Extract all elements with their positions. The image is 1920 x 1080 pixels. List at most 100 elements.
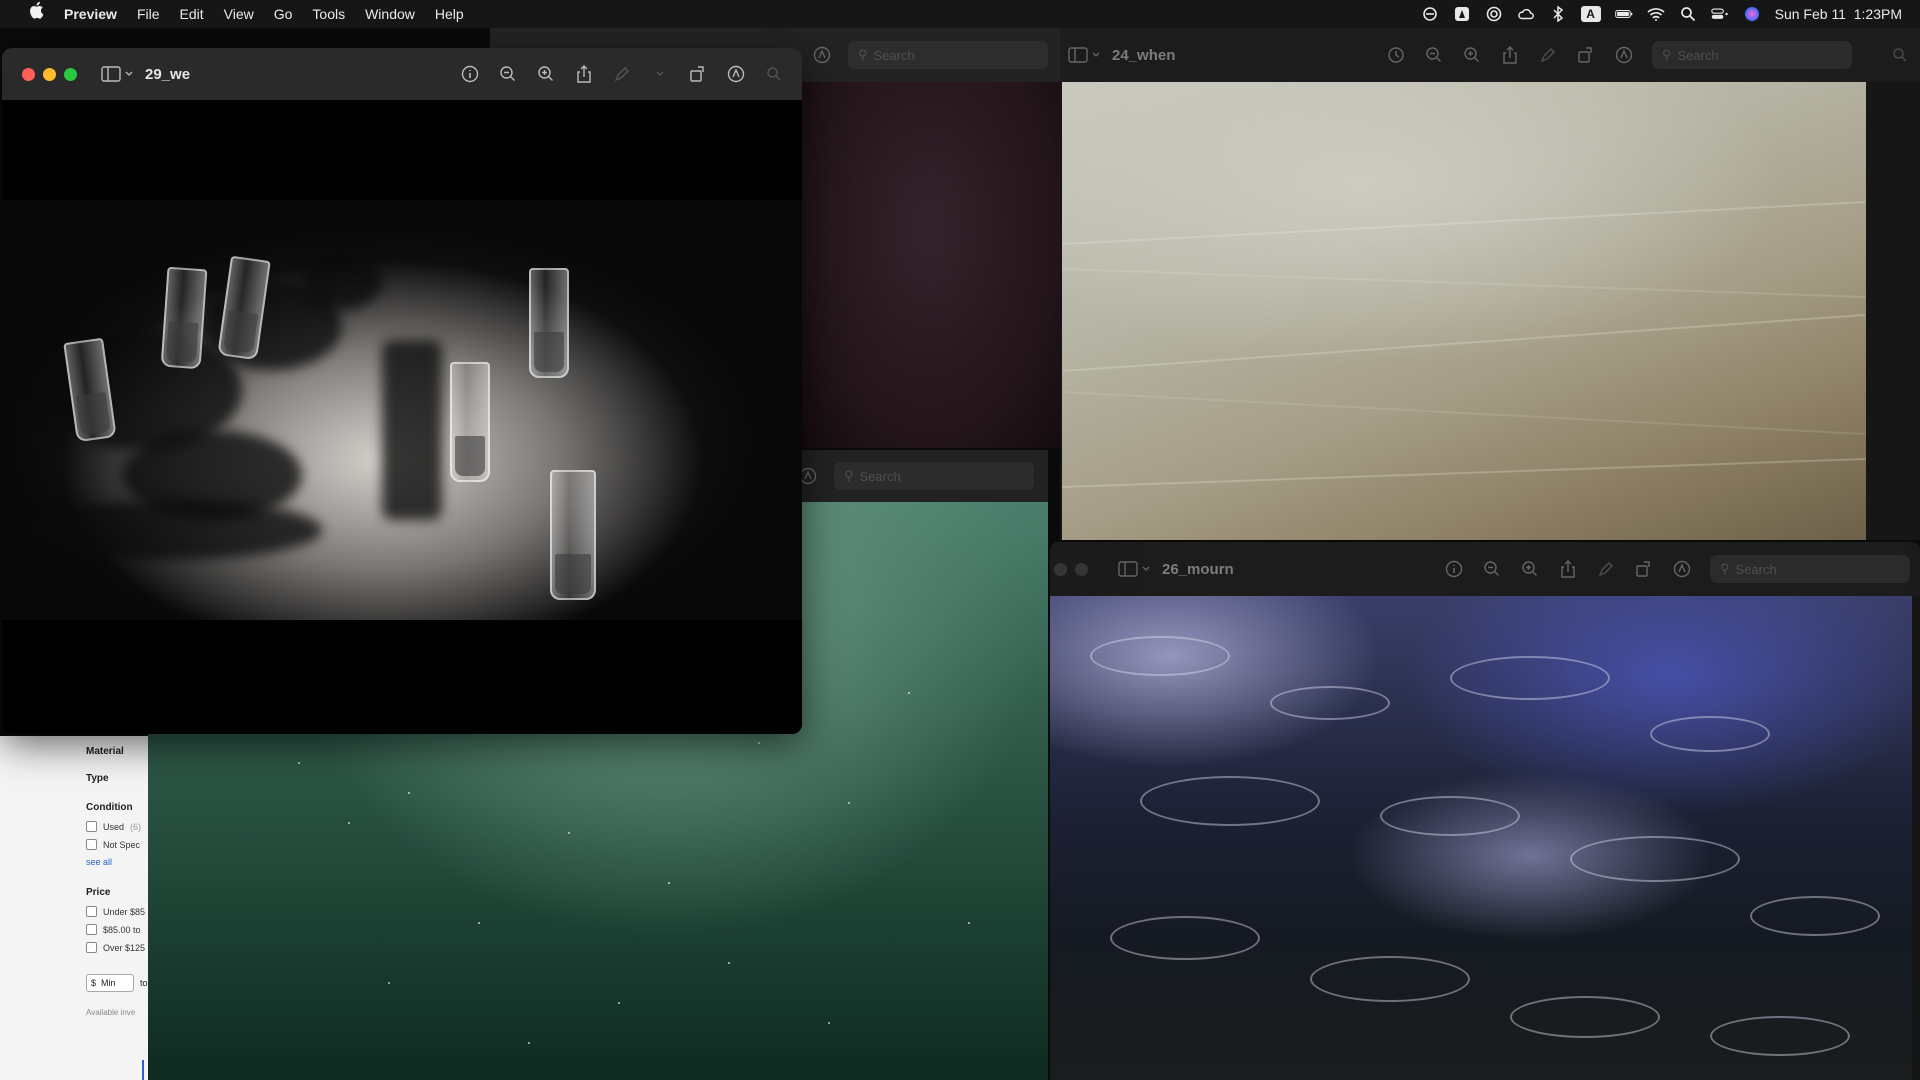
traffic-lights xyxy=(22,67,77,81)
chevron-down-icon xyxy=(1092,52,1100,57)
search-icon: ⚲ xyxy=(1720,561,1730,576)
filter-price-heading: Price xyxy=(86,887,111,898)
sidebar-icon xyxy=(1118,561,1138,577)
search-input[interactable]: ⚲ Search xyxy=(1710,555,1910,583)
share-icon[interactable] xyxy=(574,64,594,84)
minimize-button[interactable] xyxy=(1075,562,1088,576)
price-range-checkbox[interactable]: $85.00 to xyxy=(86,924,148,935)
zoom-in-icon[interactable] xyxy=(536,64,556,84)
zoom-out-icon[interactable] xyxy=(1424,45,1444,65)
menu-edit[interactable]: Edit xyxy=(170,0,214,28)
menu-view[interactable]: View xyxy=(214,0,264,28)
share-icon[interactable] xyxy=(1500,45,1520,65)
back-top-search-input[interactable]: ⚲ Search xyxy=(848,41,1048,69)
rotate-icon[interactable] xyxy=(1634,559,1654,579)
back-middle-search-input[interactable]: ⚲ Search xyxy=(834,462,1034,490)
zoom-out-icon[interactable] xyxy=(498,64,518,84)
image-glasses-on-table xyxy=(2,100,802,734)
window-titlebar: 29_we xyxy=(2,48,802,100)
highlight-icon[interactable] xyxy=(612,64,632,84)
sidebar-toggle-button[interactable] xyxy=(1068,47,1100,63)
share-icon[interactable] xyxy=(1558,559,1578,579)
search-icon[interactable] xyxy=(764,64,784,84)
highlight-menu-chevron-icon[interactable] xyxy=(650,64,670,84)
apple-menu[interactable] xyxy=(18,0,54,28)
info-icon[interactable] xyxy=(460,64,480,84)
zoom-in-icon[interactable] xyxy=(1462,45,1482,65)
image-rippled-water xyxy=(1050,596,1912,1080)
highlight-icon[interactable] xyxy=(1596,559,1616,579)
filter-condition-heading: Condition xyxy=(86,802,133,813)
menu-bar: Preview File Edit View Go Tools Window H… xyxy=(0,0,1920,28)
minimize-button[interactable] xyxy=(43,67,56,81)
menu-tools[interactable]: Tools xyxy=(302,0,355,28)
traffic-lights xyxy=(1054,562,1088,576)
price-min-input[interactable]: $ Min xyxy=(86,974,134,992)
sidebar-toggle-button[interactable] xyxy=(1118,561,1150,577)
close-button[interactable] xyxy=(1054,562,1067,576)
window-title: 24_when xyxy=(1112,46,1176,64)
bluetooth-icon[interactable] xyxy=(1549,6,1567,22)
sync-icon[interactable] xyxy=(1485,6,1503,22)
cloud-icon[interactable] xyxy=(1517,6,1535,22)
preview-window-24-when: 24_when ⚲ Search xyxy=(1060,28,1920,540)
preview-window-26-mourn: 26_mourn ⚲ Search xyxy=(1050,542,1920,1080)
window-title: 29_we xyxy=(145,65,191,83)
battery-icon[interactable] xyxy=(1614,6,1633,22)
image-sand-water xyxy=(1062,82,1866,540)
search-placeholder: Search xyxy=(873,47,915,63)
price-over-checkbox[interactable]: Over $125 xyxy=(86,942,148,953)
input-source-icon[interactable]: A xyxy=(1580,6,1601,22)
rotate-icon[interactable] xyxy=(1576,45,1596,65)
zoom-in-icon[interactable] xyxy=(1520,559,1540,579)
rotate-back-icon[interactable] xyxy=(1386,45,1406,65)
preview-window-29-we: 29_we xyxy=(2,48,802,734)
text-cursor xyxy=(142,1060,144,1080)
menu-help[interactable]: Help xyxy=(425,0,474,28)
menu-window[interactable]: Window xyxy=(355,0,425,28)
apple-icon xyxy=(30,1,44,19)
see-all-link[interactable]: see all xyxy=(86,857,148,867)
window-titlebar: 26_mourn ⚲ Search xyxy=(1050,542,1920,596)
sidebar-icon xyxy=(101,66,121,82)
info-icon[interactable] xyxy=(1444,559,1464,579)
window-titlebar: 24_when ⚲ Search xyxy=(1060,28,1920,82)
search-placeholder: Search xyxy=(859,468,901,484)
acrobat-icon[interactable] xyxy=(1453,6,1471,22)
search-icon: ⚲ xyxy=(1662,47,1672,62)
price-under-checkbox[interactable]: Under $85 xyxy=(86,906,148,917)
markup-icon[interactable] xyxy=(812,45,832,65)
search-input[interactable]: ⚲ Search xyxy=(1652,41,1852,69)
filter-material-heading[interactable]: Material xyxy=(86,746,148,757)
window-title: 26_mourn xyxy=(1162,560,1234,578)
markup-icon[interactable] xyxy=(1672,559,1692,579)
search-icon: ⚲ xyxy=(844,468,854,483)
markup-icon[interactable] xyxy=(1614,45,1634,65)
highlight-icon[interactable] xyxy=(1538,45,1558,65)
condition-used-checkbox[interactable]: Used (6) xyxy=(86,821,148,832)
markup-icon[interactable] xyxy=(726,64,746,84)
shop-filter-sidebar: Material Type Condition Used (6) Not Spe… xyxy=(0,736,148,1080)
creative-cloud-icon[interactable] xyxy=(1421,6,1439,22)
menu-file[interactable]: File xyxy=(127,0,170,28)
sidebar-icon xyxy=(1068,47,1088,63)
menu-go[interactable]: Go xyxy=(264,0,303,28)
menu-app-name[interactable]: Preview xyxy=(54,0,127,28)
spotlight-icon[interactable] xyxy=(1679,6,1697,22)
chevron-down-icon xyxy=(1142,566,1150,571)
rotate-icon[interactable] xyxy=(688,64,708,84)
siri-icon[interactable] xyxy=(1743,6,1761,22)
menu-clock[interactable]: Sun Feb 11 1:23PM xyxy=(1775,6,1902,22)
wifi-icon[interactable] xyxy=(1647,6,1665,22)
sidebar-toggle-button[interactable] xyxy=(101,66,133,82)
condition-not-specified-checkbox[interactable]: Not Spec xyxy=(86,839,148,850)
filter-type-heading[interactable]: Type xyxy=(86,773,148,784)
image-purple-texture xyxy=(800,82,1060,448)
zoom-button[interactable] xyxy=(64,67,77,81)
search-icon[interactable] xyxy=(1890,45,1910,65)
search-placeholder: Search xyxy=(1735,561,1777,577)
close-button[interactable] xyxy=(22,67,35,81)
control-center-icon[interactable] xyxy=(1710,6,1729,22)
search-icon: ⚲ xyxy=(858,47,868,62)
zoom-out-icon[interactable] xyxy=(1482,559,1502,579)
